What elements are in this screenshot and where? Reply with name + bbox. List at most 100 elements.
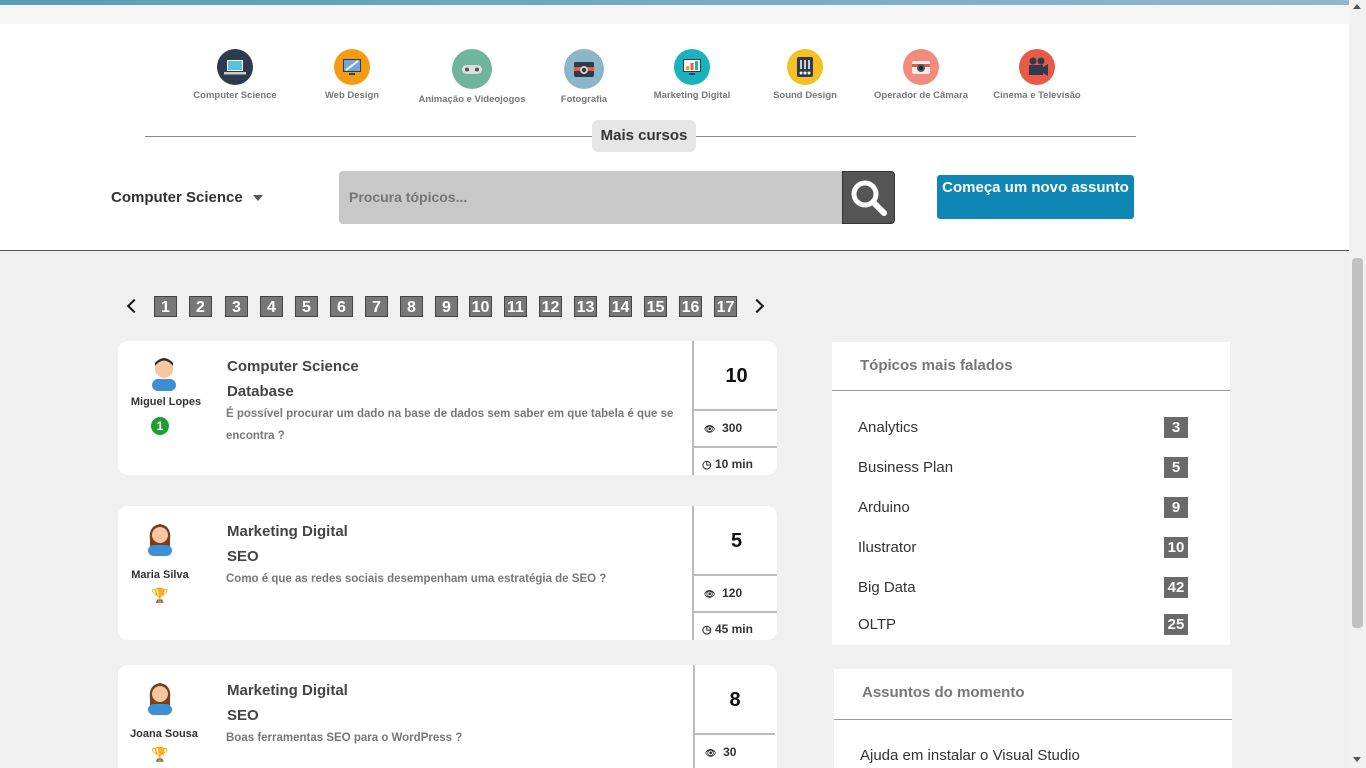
post-category: Marketing Digital: [227, 682, 348, 699]
post-category: Computer Science: [227, 358, 359, 375]
topic-count: 5: [1164, 457, 1188, 478]
category-label: Marketing Digital: [653, 90, 731, 101]
time-value: 45 min: [714, 622, 753, 636]
post-author[interactable]: Miguel Lopes: [118, 396, 214, 408]
post-card[interactable]: Miguel Lopes 1 Computer Science Database…: [118, 341, 777, 475]
page-button[interactable]: 1: [154, 296, 177, 317]
page-button[interactable]: 12: [539, 296, 562, 317]
divider-right: [696, 136, 1136, 137]
search-input[interactable]: [339, 171, 842, 224]
trending-panel: Assuntos do momento Ajuda em instalar o …: [834, 669, 1232, 768]
page-button[interactable]: 13: [574, 296, 597, 317]
clock-icon: ◷: [702, 624, 712, 636]
category-label: Web Design: [324, 90, 380, 101]
page-button[interactable]: 16: [679, 296, 702, 317]
post-author[interactable]: Maria Silva: [118, 569, 202, 581]
panel-divider: [832, 390, 1230, 391]
panel-title: Assuntos do momento: [862, 684, 1025, 701]
post-card[interactable]: Joana Sousa 🏆 Marketing Digital SEO Boas…: [118, 665, 777, 768]
reply-count: 5: [694, 506, 777, 576]
panel-divider: [834, 719, 1232, 720]
topic-item[interactable]: Arduino: [858, 499, 910, 516]
post-author[interactable]: Joana Sousa: [118, 728, 210, 740]
post-title[interactable]: Marketing Digital SEO: [227, 519, 348, 569]
camera-operator-icon: [903, 49, 939, 85]
page-button[interactable]: 6: [330, 296, 353, 317]
post-stats: 5 👁 120 ◷ 45 min: [692, 506, 777, 640]
avatar: [148, 683, 172, 715]
scroll-down-arrow-icon[interactable]: [1353, 757, 1361, 762]
post-stats: 10 👁 300 ◷ 10 min: [692, 341, 777, 475]
post-card[interactable]: Maria Silva 🏆 Marketing Digital SEO Como…: [118, 506, 777, 640]
eye-icon: 👁: [705, 748, 717, 758]
page-button[interactable]: 5: [295, 296, 318, 317]
post-stats: 8 👁 30: [693, 665, 775, 768]
category-operador-camara[interactable]: Operador de Câmara: [856, 49, 986, 101]
new-topic-button[interactable]: Começa um novo assunto: [937, 175, 1134, 219]
chevron-right-icon[interactable]: [749, 298, 765, 314]
topic-count: 25: [1164, 614, 1188, 635]
category-marketing-digital[interactable]: Marketing Digital: [627, 49, 757, 101]
category-label: Cinema e Televisão: [993, 90, 1081, 101]
post-question[interactable]: É possível procurar um dado na base de d…: [226, 403, 676, 447]
more-courses-button[interactable]: Mais cursos: [592, 120, 696, 152]
search-button[interactable]: [842, 171, 895, 224]
category-sound-design[interactable]: Sound Design: [740, 49, 870, 101]
laptop-icon: [217, 49, 253, 85]
post-question[interactable]: Boas ferramentas SEO para o WordPress ?: [226, 727, 676, 749]
top-topics-panel: Tópicos mais falados Analytics 3 Busines…: [832, 342, 1230, 645]
post-time: ◷ 45 min: [694, 611, 777, 636]
page-button[interactable]: 8: [400, 296, 423, 317]
scrollbar[interactable]: [1349, 0, 1366, 768]
topic-item[interactable]: Ilustrator: [858, 539, 916, 556]
views: 👁 120: [704, 586, 742, 600]
page-button[interactable]: 9: [435, 296, 458, 317]
category-label: Computer Science: [193, 90, 277, 101]
category-computer-science[interactable]: Computer Science: [170, 49, 300, 101]
views: 👁 30: [705, 745, 736, 759]
page-button[interactable]: 7: [365, 296, 388, 317]
page-button[interactable]: 17: [714, 296, 737, 317]
post-subcategory: Database: [227, 383, 294, 400]
topic-item[interactable]: OLTP: [858, 616, 896, 633]
scrollbar-thumb[interactable]: [1352, 258, 1363, 628]
topic-item[interactable]: Big Data: [858, 579, 916, 596]
film-camera-icon: [1019, 49, 1055, 85]
web-design-icon: [334, 49, 370, 85]
page-button[interactable]: 10: [469, 296, 492, 317]
post-question[interactable]: Como é que as redes sociais desempenham …: [226, 568, 676, 590]
trophy-icon: 🏆: [151, 587, 169, 603]
page-button[interactable]: 14: [609, 296, 632, 317]
category-cinema-televisao[interactable]: Cinema e Televisão: [972, 49, 1102, 101]
page-button[interactable]: 2: [189, 296, 212, 317]
reply-count: 10: [694, 341, 777, 411]
post-title[interactable]: Computer Science Database: [227, 354, 359, 404]
header-strip: [0, 5, 1349, 24]
time-value: 10 min: [714, 457, 753, 471]
clock-icon: ◷: [702, 459, 712, 471]
level-badge: 1: [151, 417, 169, 435]
chevron-down-icon: [252, 195, 263, 202]
page-button[interactable]: 11: [504, 296, 527, 317]
view-count: 300: [722, 421, 743, 435]
views: 👁 300: [704, 421, 742, 435]
post-subcategory: SEO: [227, 707, 259, 724]
category-select[interactable]: Computer Science: [111, 189, 263, 206]
page-button[interactable]: 4: [260, 296, 283, 317]
chevron-left-icon[interactable]: [126, 298, 142, 314]
category-select-value: Computer Science: [111, 189, 243, 206]
post-title[interactable]: Marketing Digital SEO: [227, 678, 348, 728]
category-label: Sound Design: [773, 90, 837, 101]
category-web-design[interactable]: Web Design: [287, 49, 417, 101]
post-time: ◷ 10 min: [694, 446, 777, 471]
topic-item[interactable]: Analytics: [858, 419, 918, 436]
trophy-icon: 🏆: [151, 746, 169, 762]
topic-item[interactable]: Business Plan: [858, 459, 953, 476]
category-animacao-videojogos[interactable]: Animação e Videojogos: [407, 49, 537, 105]
scroll-up-arrow-icon[interactable]: [1353, 4, 1361, 9]
page-button[interactable]: 15: [644, 296, 667, 317]
trending-item[interactable]: Ajuda em instalar o Visual Studio: [860, 747, 1080, 764]
page-button[interactable]: 3: [225, 296, 248, 317]
avatar: [152, 358, 176, 391]
search-icon: [851, 180, 887, 216]
